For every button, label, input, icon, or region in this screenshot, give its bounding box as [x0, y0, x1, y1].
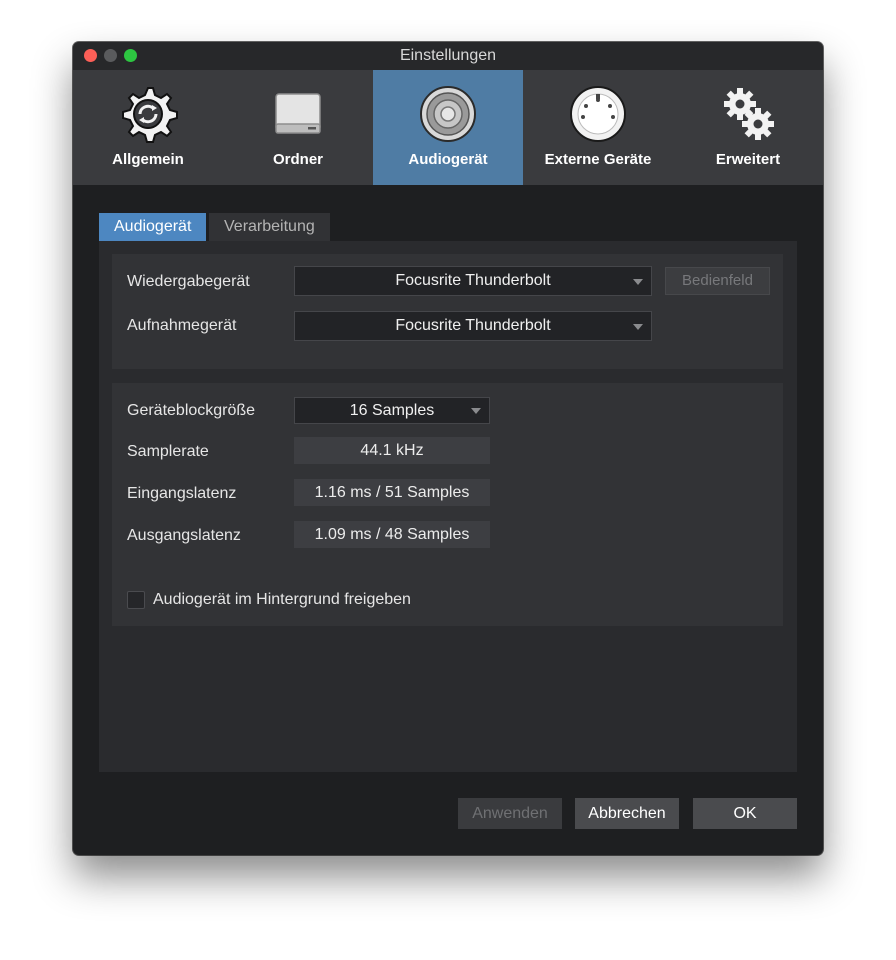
toolbar-item-audiogeraet[interactable]: Audiogerät: [373, 70, 523, 185]
toolbar-label: Erweitert: [715, 151, 781, 168]
input-latency-value: 1.16 ms / 51 Samples: [294, 479, 490, 506]
record-device-label: Aufnahmegerät: [127, 317, 237, 334]
toolbar-item-erweitert[interactable]: Erweitert: [673, 70, 823, 185]
chevron-down-icon: [471, 408, 481, 414]
tab-verarbeitung[interactable]: Verarbeitung: [209, 213, 330, 241]
toolbar-item-externe-geraete[interactable]: Externe Geräte: [523, 70, 673, 185]
background-release-checkbox[interactable]: [127, 591, 145, 609]
input-latency-label: Eingangslatenz: [127, 485, 237, 502]
title-bar[interactable]: Einstellungen: [73, 42, 823, 71]
content-area: Audiogerät Verarbeitung Wiedergabegerät …: [99, 213, 797, 772]
device-group: Wiedergabegerät Focusrite Thunderbolt Be…: [112, 254, 783, 369]
drive-icon: [275, 93, 321, 134]
settings-group: Geräteblockgröße 16 Samples Samplerate 4…: [112, 383, 783, 626]
toolbar-item-ordner[interactable]: Ordner: [223, 70, 373, 185]
playback-device-select[interactable]: Focusrite Thunderbolt: [294, 266, 652, 296]
toolbar-label: Audiogerät: [408, 151, 488, 168]
sync-gear-icon: [122, 87, 178, 143]
samplerate-label: Samplerate: [127, 443, 209, 460]
control-panel-button[interactable]: Bedienfeld: [665, 267, 770, 295]
blocksize-value: 16 Samples: [349, 402, 435, 419]
toolbar-label: Externe Geräte: [544, 151, 652, 168]
blocksize-select[interactable]: 16 Samples: [294, 397, 490, 424]
apply-button[interactable]: Anwenden: [458, 798, 562, 829]
tab-panel: Wiedergabegerät Focusrite Thunderbolt Be…: [99, 241, 797, 772]
blocksize-label: Geräteblockgröße: [127, 402, 256, 419]
toolbar-label: Ordner: [272, 151, 323, 168]
playback-device-value: Focusrite Thunderbolt: [395, 272, 551, 289]
tab-audiogeraet[interactable]: Audiogerät: [99, 213, 207, 241]
samplerate-value: 44.1 kHz: [294, 437, 490, 464]
settings-window: Einstellungen Allgemein Ordner Audiogerä…: [73, 42, 823, 855]
toolbar-label: Allgemein: [112, 151, 184, 168]
preferences-toolbar: Allgemein Ordner Audiogerät Externe Gerä…: [73, 70, 823, 185]
record-device-value: Focusrite Thunderbolt: [395, 317, 551, 334]
toolbar-item-allgemein[interactable]: Allgemein: [73, 70, 223, 185]
background-release-label[interactable]: Audiogerät im Hintergrund freigeben: [153, 591, 411, 609]
chevron-down-icon: [633, 324, 643, 330]
midi-connector-icon: [570, 86, 626, 142]
chevron-down-icon: [633, 279, 643, 285]
output-latency-label: Ausgangslatenz: [127, 527, 241, 544]
speaker-icon: [420, 86, 476, 142]
output-latency-value: 1.09 ms / 48 Samples: [294, 521, 490, 548]
ok-button[interactable]: OK: [693, 798, 797, 829]
window-title: Einstellungen: [399, 47, 497, 64]
cancel-button[interactable]: Abbrechen: [575, 798, 679, 829]
playback-device-label: Wiedergabegerät: [127, 273, 250, 290]
record-device-select[interactable]: Focusrite Thunderbolt: [294, 311, 652, 341]
gears-icon: [724, 88, 774, 140]
